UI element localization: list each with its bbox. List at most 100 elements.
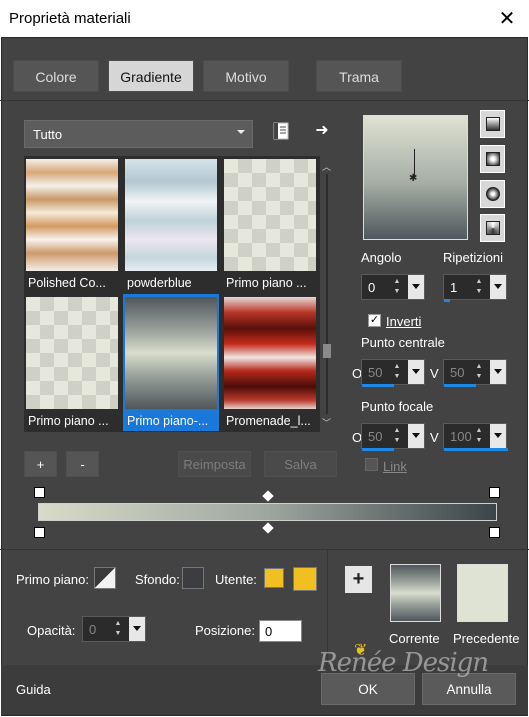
repeats-level-bar (444, 299, 450, 302)
focal-v-value[interactable]: 100 (450, 429, 472, 444)
tab-gradiente[interactable]: Gradiente (108, 60, 194, 92)
user-color-swatch-large[interactable] (293, 567, 317, 591)
background-label: Sfondo: (135, 572, 180, 587)
focal-o-value[interactable]: 50 (368, 429, 382, 444)
spin-arrows-icon[interactable]: ▲ ▼ (111, 619, 125, 639)
gradient-swatch (26, 297, 118, 409)
gallery-item[interactable]: powderblue (123, 156, 219, 293)
gallery-item-label: powderblue (127, 276, 192, 290)
link-label[interactable]: Link (383, 459, 407, 474)
scroll-up-icon[interactable]: ︿ (322, 160, 331, 173)
scroll-thumb[interactable] (323, 344, 331, 358)
user-color-swatch[interactable] (264, 568, 284, 588)
scroll-track[interactable] (326, 174, 328, 414)
opacity-label: Opacità: (27, 623, 76, 638)
watermark-logo: Renée Design (318, 648, 489, 678)
previous-label: Precedente (453, 631, 520, 646)
link-checkbox[interactable] (365, 458, 378, 471)
focal-o-spinbox[interactable]: 50 ▲ ▼ (361, 423, 425, 451)
butterfly-icon: ❦ (354, 642, 368, 659)
previous-material-swatch[interactable] (457, 564, 508, 622)
center-v-spinbox[interactable]: 50 ▲ ▼ (443, 359, 507, 387)
tab-trama[interactable]: Trama (316, 60, 402, 92)
center-v-dropdown-button[interactable] (490, 360, 506, 384)
gallery-scrollbar[interactable]: ︿ ﹀ (321, 160, 333, 428)
style-radial-button[interactable] (480, 180, 505, 208)
save-button[interactable]: Salva (264, 451, 337, 477)
add-gradient-button[interactable]: + (24, 451, 57, 477)
angle-value[interactable]: 0 (368, 280, 375, 295)
foreground-swatch[interactable] (94, 567, 116, 589)
transparency-stop-left[interactable] (34, 487, 45, 498)
current-label: Corrente (389, 631, 440, 646)
angle-dropdown-button[interactable] (408, 275, 424, 299)
gradient-swatch (224, 159, 316, 271)
spin-arrows-icon[interactable]: ▲ ▼ (472, 362, 486, 382)
rectangular-style-icon (486, 152, 500, 166)
repeats-value[interactable]: 1 (450, 280, 457, 295)
add-to-swatches-button[interactable]: + (345, 566, 372, 593)
invert-checkbox[interactable]: ✓ (368, 314, 381, 327)
transparency-stop-right[interactable] (489, 487, 500, 498)
gallery-item-selected[interactable]: Primo piano-... (123, 294, 219, 431)
gallery-item[interactable]: Primo piano ... (222, 156, 318, 293)
gallery-item-label: Promenade_l... (226, 414, 311, 428)
center-o-value[interactable]: 50 (368, 365, 382, 380)
gallery-item-label: Primo piano-... (127, 414, 209, 428)
radial-style-icon (486, 187, 500, 201)
category-dropdown[interactable]: Tutto (24, 120, 253, 148)
repeats-dropdown-button[interactable] (490, 275, 506, 299)
gradient-swatch (26, 159, 118, 271)
focal-v-dropdown-button[interactable] (490, 424, 506, 448)
focal-v-level-bar (444, 448, 508, 451)
gradient-bar[interactable] (38, 503, 497, 521)
current-material-swatch[interactable] (390, 564, 441, 622)
color-stop-right[interactable] (489, 527, 500, 538)
tab-motivo[interactable]: Motivo (203, 60, 289, 92)
help-link[interactable]: Guida (16, 682, 51, 697)
style-linear-button[interactable] (480, 110, 505, 138)
spin-arrows-icon[interactable]: ▲ ▼ (390, 426, 404, 446)
invert-label[interactable]: Inverti (386, 314, 421, 329)
scroll-down-icon[interactable]: ﹀ (322, 416, 331, 429)
opacity-value[interactable]: 0 (89, 622, 96, 637)
close-icon[interactable]: ✕ (493, 5, 521, 33)
spin-arrows-icon[interactable]: ▲ ▼ (472, 426, 486, 446)
repeats-spinbox[interactable]: 1 ▲ ▼ (443, 274, 507, 302)
reset-button[interactable]: Reimposta (178, 451, 251, 477)
spin-arrows-icon[interactable]: ▲ ▼ (390, 277, 404, 297)
remove-gradient-button[interactable]: - (66, 451, 99, 477)
focal-v-spinbox[interactable]: 100 ▲ ▼ (443, 423, 508, 451)
style-sunburst-button[interactable] (480, 214, 505, 242)
opacity-dropdown-button[interactable] (129, 617, 145, 641)
tab-colore[interactable]: Colore (13, 60, 99, 92)
focal-o-dropdown-button[interactable] (408, 424, 424, 448)
angle-handle-icon[interactable]: ✱ (409, 173, 417, 184)
angle-label: Angolo (361, 250, 402, 265)
style-rectangular-button[interactable] (480, 145, 505, 173)
opacity-spinbox[interactable]: 0 ▲ ▼ (82, 616, 146, 642)
spin-arrows-icon[interactable]: ▲ ▼ (472, 277, 486, 297)
gallery-item-label: Primo piano ... (28, 414, 109, 428)
center-o-level-bar (362, 384, 394, 387)
gallery-item[interactable]: Polished Co... (24, 156, 120, 293)
center-point-label: Punto centrale (361, 335, 445, 350)
position-label: Posizione: (195, 623, 255, 638)
chevron-down-icon[interactable] (237, 130, 245, 134)
gradient-swatch (123, 295, 219, 411)
focal-v-label: V (430, 430, 439, 445)
center-v-value[interactable]: 50 (450, 365, 464, 380)
section-divider (0, 549, 529, 550)
gallery-item[interactable]: Primo piano ... (24, 294, 120, 431)
library-icon[interactable] (271, 121, 291, 141)
angle-spinbox[interactable]: 0 ▲ ▼ (361, 274, 425, 300)
position-input[interactable]: 0 (259, 620, 302, 642)
arrow-right-icon[interactable]: ➜ (312, 121, 332, 141)
gallery-item[interactable]: Promenade_l... (222, 294, 318, 431)
color-stop-left[interactable] (34, 527, 45, 538)
spin-arrows-icon[interactable]: ▲ ▼ (390, 362, 404, 382)
center-o-spinbox[interactable]: 50 ▲ ▼ (361, 359, 425, 387)
center-o-dropdown-button[interactable] (408, 360, 424, 384)
background-swatch[interactable] (182, 567, 204, 589)
sunburst-style-icon (486, 221, 500, 235)
